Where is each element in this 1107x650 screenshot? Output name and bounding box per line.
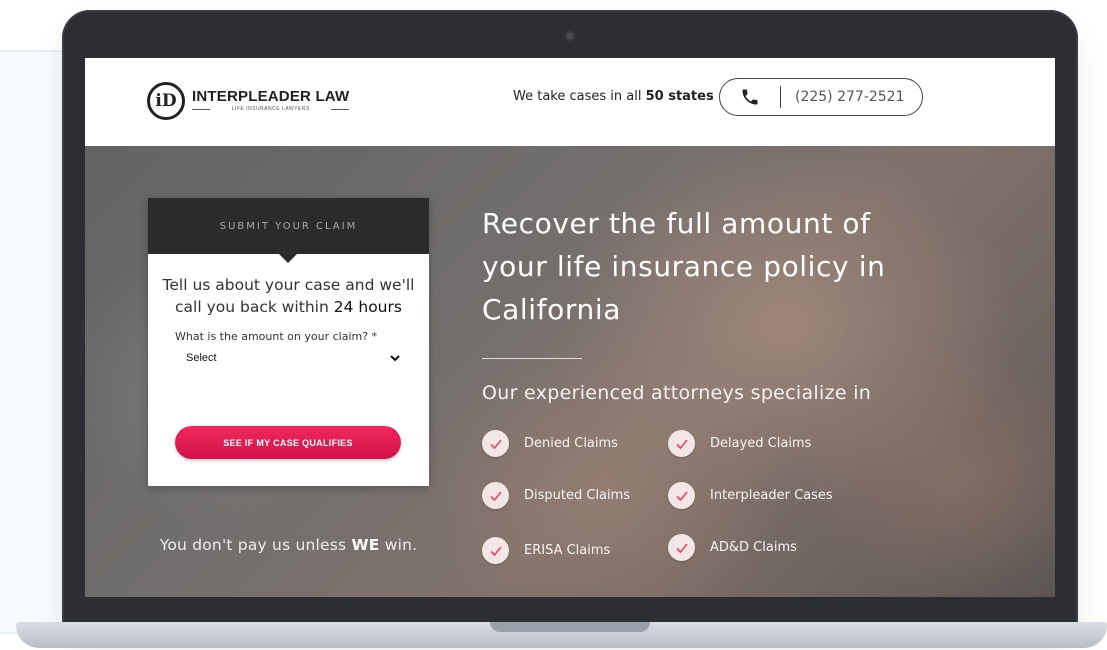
chevron-down-icon	[390, 355, 400, 362]
divider	[482, 358, 582, 359]
claim-amount-select[interactable]: Select	[186, 349, 401, 367]
guarantee-suffix: win.	[384, 536, 418, 554]
feature-label: Denied Claims	[524, 436, 618, 451]
hero-headline: Recover the full amount of your life ins…	[482, 207, 886, 326]
logo-name: INTERPLEADER LAW	[192, 88, 350, 105]
feature-item: Delayed Claims	[668, 430, 811, 457]
hero-section: SUBMIT YOUR CLAIM Tell us about your cas…	[85, 146, 1055, 597]
check-icon	[482, 430, 509, 457]
feature-item: Interpleader Cases	[668, 482, 833, 509]
feature-label: Interpleader Cases	[710, 488, 833, 503]
form-intro: Tell us about your case and we'll call y…	[158, 274, 419, 318]
laptop-screen: iD INTERPLEADER LAW LIFE INSURANCE LAWYE…	[85, 58, 1055, 597]
logo-tagline-text: LIFE INSURANCE LAWYERS	[231, 106, 310, 112]
call-phone-button[interactable]: (225) 277-2521	[719, 78, 923, 116]
check-icon	[668, 534, 695, 561]
qualify-submit-button[interactable]: SEE IF MY CASE QUALIFIES	[175, 426, 401, 459]
claim-form: SUBMIT YOUR CLAIM Tell us about your cas…	[148, 198, 429, 486]
claim-amount-label: What is the amount on your claim? *	[175, 330, 378, 343]
site-header: iD INTERPLEADER LAW LIFE INSURANCE LAWYE…	[85, 58, 1055, 146]
logo-mark-icon: iD	[147, 82, 185, 120]
phone-number: (225) 277-2521	[795, 89, 905, 105]
guarantee-text: You don't pay us unless WE win.	[148, 536, 429, 554]
check-icon	[482, 482, 509, 509]
logo-tagline: LIFE INSURANCE LAWYERS	[192, 105, 350, 113]
form-heading: SUBMIT YOUR CLAIM	[148, 198, 429, 263]
phone-separator	[780, 86, 781, 108]
states-count: 50 states	[645, 89, 714, 104]
form-intro-bold: 24 hours	[333, 298, 402, 316]
phone-icon	[742, 89, 758, 105]
logo-text: INTERPLEADER LAW LIFE INSURANCE LAWYERS	[192, 88, 350, 113]
feature-label: Disputed Claims	[524, 488, 631, 503]
states-notice: We take cases in all 50 states	[513, 89, 714, 104]
feature-item: ERISA Claims	[482, 537, 610, 564]
guarantee-bold: WE	[351, 536, 380, 554]
states-prefix: We take cases in all	[513, 89, 642, 104]
feature-item: Denied Claims	[482, 430, 618, 457]
logo[interactable]: iD INTERPLEADER LAW LIFE INSURANCE LAWYE…	[147, 82, 350, 120]
feature-label: AD&D Claims	[710, 540, 797, 555]
background-decoration	[0, 50, 70, 634]
check-icon	[482, 537, 509, 564]
check-icon	[668, 430, 695, 457]
laptop-base-notch	[490, 622, 650, 632]
camera-dot	[565, 31, 575, 41]
hero-subhead: Our experienced attorneys specialize in	[482, 382, 872, 404]
feature-label: ERISA Claims	[524, 543, 611, 558]
select-value: Select	[186, 352, 217, 364]
guarantee-prefix: You don't pay us unless	[159, 536, 347, 554]
feature-item: Disputed Claims	[482, 482, 630, 509]
check-icon	[668, 482, 695, 509]
feature-item: AD&D Claims	[668, 534, 797, 561]
feature-label: Delayed Claims	[710, 436, 812, 451]
